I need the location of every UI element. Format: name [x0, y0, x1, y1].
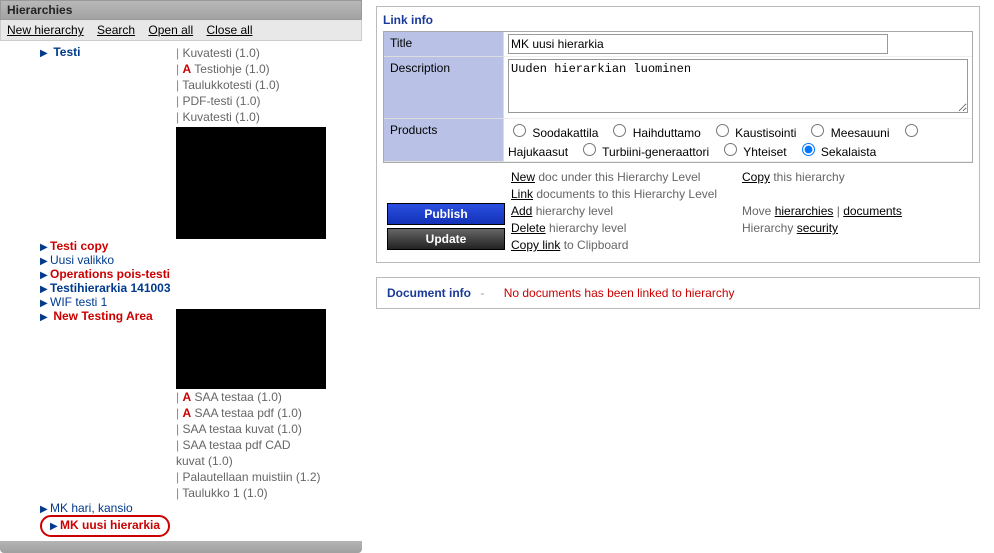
product-option[interactable]: Kaustisointi — [711, 126, 797, 140]
list-item[interactable]: | A Testiohje (1.0) — [176, 61, 326, 77]
open-all-link[interactable]: Open all — [148, 23, 193, 37]
move-documents-link[interactable]: documents — [843, 204, 902, 218]
new-doc-link[interactable]: New — [511, 170, 535, 184]
expand-arrow-icon[interactable]: ▶ — [40, 504, 48, 515]
expand-arrow-icon[interactable]: ▶ — [40, 298, 48, 309]
expand-arrow-icon[interactable]: ▶ — [40, 256, 48, 267]
document-info-panel: Document info - No documents has been li… — [376, 277, 980, 309]
copy-link-link[interactable]: Copy link — [511, 238, 560, 252]
list-item[interactable]: | A SAA testaa pdf (1.0) — [176, 405, 326, 421]
list-item[interactable]: | Palautellaan muistiin (1.2) — [176, 469, 326, 485]
node-uusi-valikko[interactable]: Uusi valikko — [50, 253, 114, 267]
label-products: Products — [384, 119, 504, 162]
copy-hierarchy-link[interactable]: Copy — [742, 170, 770, 184]
expand-arrow-icon[interactable]: ▶ — [40, 284, 48, 295]
publish-button[interactable]: Publish — [387, 203, 505, 225]
redacted-block — [176, 309, 326, 389]
close-all-link[interactable]: Close all — [206, 23, 252, 37]
expand-arrow-icon[interactable]: ▶ — [40, 270, 48, 281]
node-wif[interactable]: WIF testi 1 — [50, 295, 107, 309]
new-hierarchy-link[interactable]: New hierarchy — [7, 23, 84, 37]
link-docs-link[interactable]: Link — [511, 187, 533, 201]
list-item[interactable]: | Taulukko 1 (1.0) — [176, 485, 326, 501]
products-radio-group: Soodakattila Haihduttamo Kaustisointi Me… — [504, 119, 972, 162]
label-title: Title — [384, 32, 504, 57]
link-info-panel: Link info Title Description Uuden hierar… — [376, 6, 980, 263]
product-option[interactable]: Soodakattila — [508, 126, 598, 140]
expand-arrow-icon[interactable]: ▶ — [40, 242, 48, 253]
expand-arrow-icon[interactable]: ▶ — [50, 519, 58, 535]
node-mk-uusi[interactable]: MK uusi hierarkia — [60, 518, 160, 532]
document-info-heading: Document info — [387, 286, 471, 300]
description-textarea[interactable]: Uuden hierarkian luominen — [508, 59, 968, 113]
action-links-col1: New doc under this Hierarchy Level Link … — [511, 169, 738, 254]
redacted-block — [176, 127, 326, 239]
action-links-col2: Copy this hierarchy Move hierarchies | d… — [742, 169, 969, 254]
link-info-heading: Link info — [383, 13, 973, 27]
node-new-testing[interactable]: New Testing Area — [53, 309, 152, 323]
list-item[interactable]: | SAA testaa kuvat (1.0) — [176, 421, 326, 437]
node-operations[interactable]: Operations pois-testi — [50, 267, 170, 281]
label-description: Description — [384, 57, 504, 119]
list-item[interactable]: | Taulukkotesti (1.0) — [176, 77, 326, 93]
product-option[interactable]: Meesauuni — [806, 126, 889, 140]
expand-arrow-icon[interactable]: ▶ — [40, 312, 48, 323]
hierarchy-tree: ▶ Testi | Kuvatesti (1.0) | A Testiohje … — [0, 41, 362, 537]
delete-level-link[interactable]: Delete — [511, 221, 546, 235]
update-button[interactable]: Update — [387, 228, 505, 250]
list-item[interactable]: | Kuvatesti (1.0) — [176, 109, 326, 125]
separator: - — [480, 286, 484, 300]
list-item[interactable]: | Kuvatesti (1.0) — [176, 45, 326, 61]
expand-arrow-icon[interactable]: ▶ — [40, 48, 48, 59]
product-option[interactable]: Yhteiset — [719, 145, 786, 159]
panel-title: Hierarchies — [0, 0, 362, 20]
node-testi[interactable]: Testi — [53, 45, 80, 59]
panel-footer — [0, 541, 362, 553]
add-level-link[interactable]: Add — [511, 204, 532, 218]
toolbar: New hierarchy Search Open all Close all — [0, 20, 362, 41]
search-link[interactable]: Search — [97, 23, 135, 37]
hierarchy-security-link[interactable]: security — [797, 221, 838, 235]
node-testi-copy[interactable]: Testi copy — [50, 239, 108, 253]
product-option[interactable]: Turbiini-generaattori — [578, 145, 709, 159]
list-item[interactable]: | SAA testaa pdf CAD kuvat (1.0) — [176, 437, 316, 469]
move-hierarchies-link[interactable]: hierarchies — [775, 204, 834, 218]
action-buttons: Publish Update — [387, 169, 507, 254]
list-item[interactable]: | A SAA testaa (1.0) — [176, 389, 326, 405]
title-input[interactable] — [508, 34, 888, 54]
product-option[interactable]: Haihduttamo — [608, 126, 700, 140]
node-testihier[interactable]: Testihierarkia 141003 — [50, 281, 171, 295]
product-option[interactable]: Sekalaista — [797, 145, 877, 159]
list-item[interactable]: | PDF-testi (1.0) — [176, 93, 326, 109]
no-documents-message: No documents has been linked to hierarch… — [504, 286, 735, 300]
selected-node-highlight: ▶MK uusi hierarkia — [40, 515, 170, 537]
node-mk-hari[interactable]: MK hari, kansio — [50, 501, 133, 515]
